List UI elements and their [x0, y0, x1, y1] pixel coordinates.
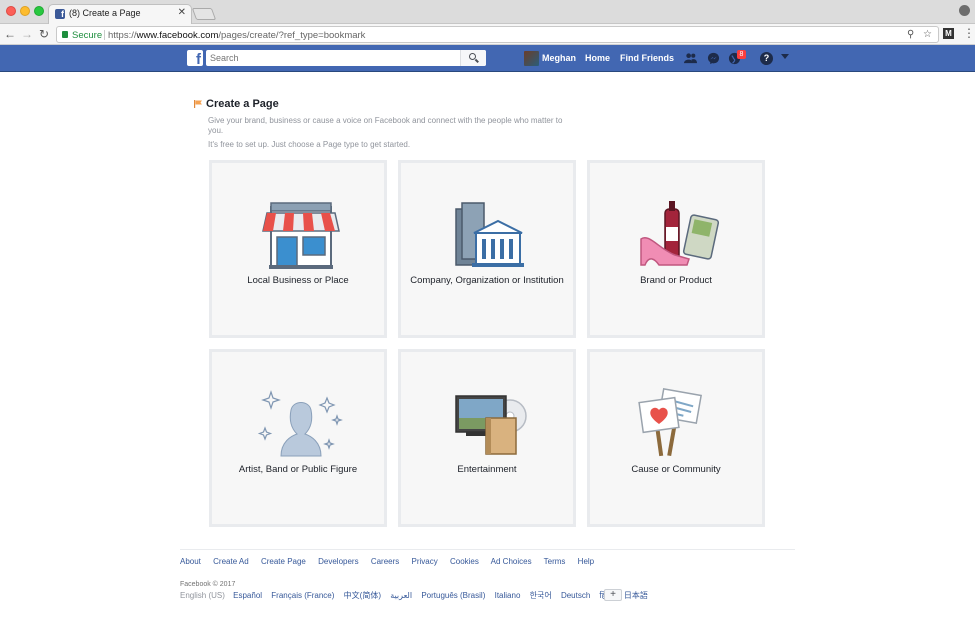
- bookmark-star-icon[interactable]: ☆: [923, 27, 932, 42]
- close-window-button[interactable]: [6, 6, 16, 16]
- url-text[interactable]: https://www.facebook.com/pages/create/?r…: [108, 28, 365, 43]
- language-link[interactable]: Português (Brasil): [421, 591, 485, 600]
- language-link[interactable]: العربية: [390, 591, 412, 600]
- profile-link[interactable]: Meghan: [542, 53, 576, 63]
- page-type-entertainment[interactable]: Entertainment: [398, 349, 576, 527]
- back-arrow-icon[interactable]: ←: [4, 27, 16, 41]
- page-type-company[interactable]: Company, Organization or Institution: [398, 160, 576, 338]
- office-building-icon: [455, 202, 524, 267]
- tab-title: (8) Create a Page: [69, 8, 141, 18]
- key-icon[interactable]: ⚲: [907, 27, 914, 42]
- protest-signs-icon: [638, 388, 703, 457]
- language-link[interactable]: Français (France): [271, 591, 334, 600]
- reload-icon[interactable]: ↻: [39, 27, 49, 41]
- facebook-top-bar: f Meghan Home Find Friends: [0, 45, 975, 72]
- language-link[interactable]: 中文(简体): [344, 591, 381, 600]
- footer-link-create-ad[interactable]: Create Ad: [213, 557, 249, 566]
- footer-link-create-page[interactable]: Create Page: [261, 557, 306, 566]
- page-type-cause-community[interactable]: Cause or Community: [587, 349, 765, 527]
- footer-links: About Create Ad Create Page Developers C…: [180, 557, 604, 566]
- messenger-icon[interactable]: [707, 52, 720, 65]
- storefront-icon: [262, 202, 340, 269]
- browser-tab-strip: f (8) Create a Page ✕: [0, 0, 975, 25]
- lock-icon: [62, 31, 68, 38]
- page-type-label: Artist, Band or Public Figure: [238, 464, 358, 475]
- avatar[interactable]: [524, 51, 539, 66]
- footer-link-ad-choices[interactable]: Ad Choices: [491, 557, 532, 566]
- products-icon: [640, 201, 720, 266]
- intro-text: Give your brand, business or cause a voi…: [208, 116, 563, 135]
- search-input[interactable]: [206, 50, 486, 66]
- silhouette-star-icon: [257, 390, 343, 457]
- page-type-label: Company, Organization or Institution: [410, 275, 564, 286]
- language-link[interactable]: Italiano: [495, 591, 521, 600]
- page-type-label: Brand or Product: [640, 275, 712, 286]
- footer-link-careers[interactable]: Careers: [371, 557, 399, 566]
- language-link[interactable]: 日本語: [624, 591, 648, 600]
- language-link[interactable]: Deutsch: [561, 591, 590, 600]
- footer-link-help[interactable]: Help: [578, 557, 594, 566]
- new-tab-button[interactable]: [191, 8, 217, 20]
- notification-count-badge: 8: [737, 50, 746, 59]
- help-icon[interactable]: ?: [760, 52, 773, 65]
- page-type-label: Local Business or Place: [247, 275, 349, 286]
- current-language: English (US): [180, 591, 225, 600]
- footer-link-terms[interactable]: Terms: [544, 557, 566, 566]
- minimize-window-button[interactable]: [20, 6, 30, 16]
- browser-menu-icon[interactable]: ⋮: [963, 26, 975, 40]
- search-button[interactable]: [460, 50, 486, 66]
- secure-label: Secure: [72, 30, 103, 41]
- search-icon: [469, 53, 476, 60]
- browser-tab-active[interactable]: f (8) Create a Page ✕: [48, 4, 192, 25]
- page-type-label: Cause or Community: [631, 464, 721, 475]
- home-link[interactable]: Home: [585, 53, 610, 63]
- find-friends-link[interactable]: Find Friends: [620, 53, 674, 63]
- footer-link-about[interactable]: About: [180, 557, 201, 566]
- browser-profile-icon[interactable]: [959, 5, 970, 16]
- copyright-text: Facebook © 2017: [180, 581, 236, 588]
- forward-arrow-icon[interactable]: →: [21, 27, 33, 41]
- zoom-window-button[interactable]: [34, 6, 44, 16]
- facebook-favicon-icon: f: [55, 9, 65, 19]
- address-bar[interactable]: Secure https://www.facebook.com/pages/cr…: [56, 26, 939, 43]
- footer-link-developers[interactable]: Developers: [318, 557, 358, 566]
- page-type-local-business[interactable]: Local Business or Place: [209, 160, 387, 338]
- address-separator: [104, 30, 105, 40]
- language-link[interactable]: 한국어: [530, 591, 552, 600]
- language-link[interactable]: Español: [233, 591, 262, 600]
- extension-icon[interactable]: M: [943, 28, 954, 39]
- page-title: Create a Page: [206, 98, 279, 110]
- page-type-artist-public-figure[interactable]: Artist, Band or Public Figure: [209, 349, 387, 527]
- facebook-logo-icon[interactable]: f: [187, 50, 203, 68]
- tv-book-icon: [455, 395, 527, 455]
- intro-subtext: It's free to set up. Just choose a Page …: [208, 140, 411, 149]
- browser-toolbar: ← → ↻ Secure https://www.facebook.com/pa…: [0, 24, 975, 45]
- page-type-brand-product[interactable]: Brand or Product: [587, 160, 765, 338]
- page-type-label: Entertainment: [457, 464, 517, 475]
- flag-icon: [194, 100, 202, 108]
- tab-close-icon[interactable]: ✕: [178, 7, 186, 18]
- footer-link-cookies[interactable]: Cookies: [450, 557, 479, 566]
- more-languages-button[interactable]: +: [604, 589, 622, 601]
- footer-link-privacy[interactable]: Privacy: [412, 557, 438, 566]
- friend-requests-icon[interactable]: [684, 52, 697, 65]
- language-selector: English (US) Español Français (France) 中…: [180, 590, 655, 601]
- footer-divider: [180, 549, 795, 550]
- account-menu-caret-icon[interactable]: [781, 54, 789, 59]
